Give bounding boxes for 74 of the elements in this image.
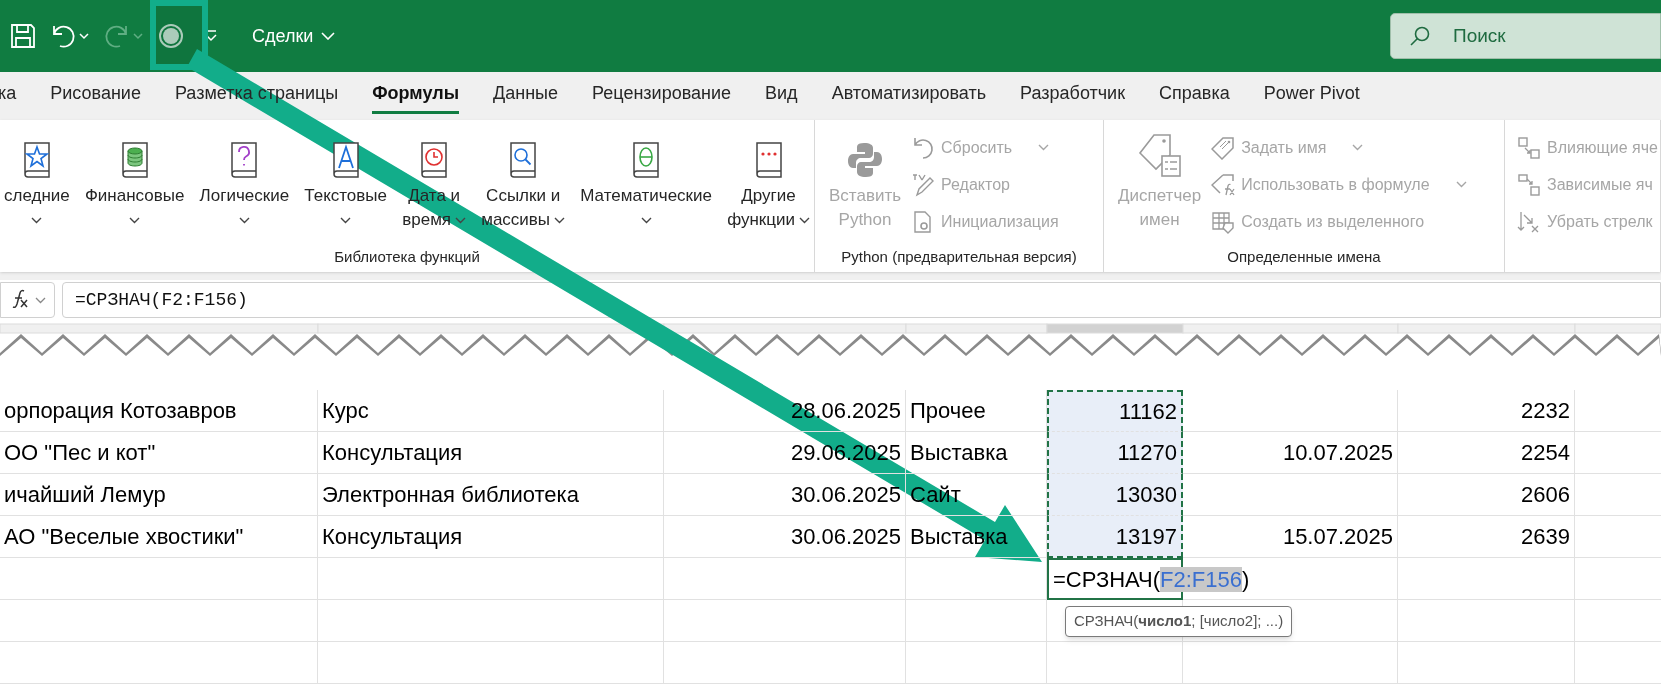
- table-cell: 2639: [1398, 516, 1575, 558]
- ribbon-tab[interactable]: Данные: [493, 80, 559, 114]
- ribbon-button[interactable]: Текстовые: [300, 130, 392, 232]
- table-cell: Электронная библиотека: [318, 474, 664, 516]
- table-cell: 2606: [1398, 474, 1575, 516]
- table-cell: 2232: [1398, 390, 1575, 432]
- highlight-frame: [150, 0, 208, 70]
- remove-arrows-icon: [1517, 209, 1541, 234]
- ribbon-tab[interactable]: Разработчик: [1020, 80, 1126, 114]
- caret-icon: [554, 216, 566, 224]
- column-header[interactable]: [1046, 323, 1184, 334]
- ribbon-button[interactable]: Логические: [195, 130, 294, 232]
- ribbon-button[interactable]: следние: [0, 130, 74, 232]
- save-icon[interactable]: [10, 23, 36, 49]
- ribbon-tab[interactable]: Рецензирование: [592, 80, 732, 114]
- undo-arrow-icon: [911, 135, 936, 160]
- caret-icon: [1038, 144, 1050, 151]
- caret-icon: [640, 216, 652, 224]
- search-field[interactable]: Поиск: [1390, 13, 1661, 59]
- caret-icon: [238, 216, 250, 224]
- search-icon: [1409, 25, 1431, 47]
- table-cell: 2254: [1398, 432, 1575, 474]
- ribbon-button[interactable]: Другие функции: [723, 130, 814, 232]
- table-cell: Консультация: [318, 516, 664, 558]
- pencil-icon: [911, 172, 936, 197]
- table-cell: 30.06.2025: [664, 516, 906, 558]
- ribbon-button[interactable]: Математические: [576, 130, 716, 232]
- undo-icon[interactable]: [50, 23, 90, 49]
- column-header[interactable]: [317, 323, 665, 334]
- table-cell: ичайший Лемур: [0, 474, 318, 516]
- group-label: Библиотека функций: [333, 246, 481, 267]
- ribbon-button[interactable]: Ссылки и массивы: [477, 130, 570, 232]
- caret-icon: [129, 216, 141, 224]
- group-label: Определенные имена: [1226, 246, 1382, 267]
- ribbon-tab[interactable]: Справка: [1159, 80, 1230, 114]
- tag-icon: [1211, 135, 1236, 160]
- column-header[interactable]: [663, 323, 907, 334]
- record-icon[interactable]: [158, 23, 184, 49]
- trace-cells-icon: [1517, 172, 1541, 197]
- ribbon-tab[interactable]: Power Pivot: [1263, 80, 1360, 114]
- table-cell: 15.07.2025: [1183, 516, 1398, 558]
- table-cell: 11270: [1047, 432, 1183, 474]
- ribbon-tab[interactable]: ка: [0, 80, 17, 114]
- trace-cells-icon: [1517, 135, 1541, 160]
- caret-icon: [35, 296, 46, 304]
- group-label: Python (предварительная версия): [840, 246, 1078, 267]
- table-cell: 13197: [1047, 516, 1183, 558]
- table-cell: 10.07.2025: [1183, 432, 1398, 474]
- table-cell: АО "Веселые хвостики": [0, 516, 318, 558]
- ribbon-tab[interactable]: Вид: [765, 80, 798, 114]
- table-cell: 11162: [1047, 390, 1183, 432]
- table-cell: 13030: [1047, 474, 1183, 516]
- caret-icon: [340, 216, 352, 224]
- caret-icon: [1455, 181, 1467, 188]
- chevron-icon: [321, 32, 336, 40]
- ribbon-tab[interactable]: Рисование: [50, 80, 141, 114]
- table-cell: Курс: [318, 390, 664, 432]
- cell-formula: =СРЗНАЧ(F2:F156): [1053, 565, 1250, 594]
- document-title-button[interactable]: Сделки: [248, 22, 340, 50]
- insert-function-button[interactable]: [0, 282, 55, 318]
- ribbon-button[interactable]: Финансовые: [80, 130, 189, 232]
- caret-icon: [31, 216, 43, 224]
- table-cell: орпорация Котозавров: [0, 390, 318, 432]
- function-tooltip: СРЗНАЧ(число1; [число2]; ...): [1065, 606, 1293, 637]
- table-cell: ОО "Пес и кот": [0, 432, 318, 474]
- table-cell: Консультация: [318, 432, 664, 474]
- formula-field[interactable]: =СРЗНАЧ(F2:F156): [62, 282, 1661, 318]
- ribbon-button[interactable]: Дата и время: [398, 130, 471, 232]
- ribbon-tab[interactable]: Формулы: [372, 80, 459, 114]
- table-tag-icon: [1211, 209, 1236, 234]
- caret-icon: [799, 216, 810, 224]
- tag-function-icon: [1211, 172, 1236, 197]
- caret-icon: [1352, 144, 1364, 151]
- ribbon-tab[interactable]: Автоматизировать: [831, 80, 987, 114]
